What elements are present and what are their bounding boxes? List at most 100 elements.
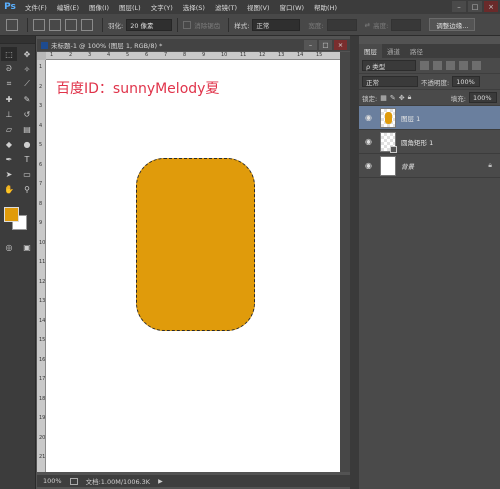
document-title: 未标题-1 @ 100% (图层 1, RGB/8) *: [51, 42, 163, 50]
foreground-color-swatch[interactable]: [4, 207, 19, 222]
fill-input[interactable]: 100%: [469, 92, 497, 103]
zoom-level[interactable]: 100%: [43, 477, 62, 485]
menu-edit[interactable]: 编辑(E): [52, 2, 84, 12]
clone-stamp-tool-icon[interactable]: ⊥: [1, 107, 17, 121]
document-tab[interactable]: 未标题-1 @ 100% (图层 1, RGB/8) * – □ ×: [37, 39, 350, 51]
ruler-tick-label: 18: [39, 395, 46, 402]
tab-channels[interactable]: 通道: [382, 44, 405, 58]
menu-type[interactable]: 文字(Y): [146, 2, 178, 12]
vertical-ruler[interactable]: 1 2 3 4 5 6 7 8 9 10 11 12 13 14 15 16 17 18 19 20 21: [37, 60, 46, 472]
blur-tool-icon[interactable]: ◆: [1, 137, 17, 151]
brush-tool-icon[interactable]: ✎: [19, 92, 35, 106]
pen-tool-icon[interactable]: ✒: [1, 152, 17, 166]
antialias-checkbox[interactable]: [183, 20, 192, 29]
close-button[interactable]: ×: [484, 1, 498, 12]
style-select[interactable]: 正常: [252, 18, 301, 31]
lock-all-icon[interactable]: 🔒︎: [408, 93, 412, 102]
tab-paths[interactable]: 路径: [405, 44, 428, 58]
blend-mode-select[interactable]: 正常: [362, 76, 418, 87]
path-selection-tool-icon[interactable]: ➤: [1, 167, 17, 181]
height-input[interactable]: [391, 18, 422, 31]
move-tool-icon[interactable]: ✥: [19, 47, 35, 61]
minimize-button[interactable]: –: [452, 1, 466, 12]
dodge-tool-icon[interactable]: ●: [19, 137, 35, 151]
refine-edge-button[interactable]: 调整边缘...: [429, 18, 476, 31]
intersect-selection-icon[interactable]: [81, 18, 93, 31]
ruler-tick-label: 21: [39, 454, 46, 460]
hand-tool-icon[interactable]: ✋: [1, 182, 17, 196]
ruler-tick-label: 15: [316, 52, 323, 58]
doc-maximize-button[interactable]: □: [319, 40, 332, 50]
menu-layer[interactable]: 图层(L): [114, 2, 146, 12]
layer-name[interactable]: 圆角矩形 1: [401, 137, 433, 147]
ruler-tick-label: 6: [145, 52, 149, 58]
divider: [228, 17, 230, 32]
menu-image[interactable]: 图像(I): [84, 2, 114, 12]
filter-pixel-icon[interactable]: [420, 61, 429, 70]
screen-mode-icon[interactable]: ▣: [19, 240, 35, 254]
swap-icon[interactable]: ⇄: [365, 21, 370, 29]
layer-row[interactable]: ◉ 圆角矩形 1: [359, 130, 500, 154]
menu-file[interactable]: 文件(F): [20, 2, 52, 12]
magic-wand-tool-icon[interactable]: ✧: [19, 62, 35, 76]
menu-view[interactable]: 视图(V): [242, 2, 275, 12]
layer-row[interactable]: ◉ 背景 🔒︎: [359, 154, 500, 178]
eraser-tool-icon[interactable]: ▱: [1, 122, 17, 136]
menu-help[interactable]: 帮助(H): [309, 2, 342, 12]
doc-close-button[interactable]: ×: [334, 40, 347, 50]
filter-smart-object-icon[interactable]: [472, 61, 481, 70]
lock-image-icon[interactable]: ✎: [390, 94, 396, 102]
subtract-selection-icon[interactable]: [65, 18, 77, 31]
layer-name[interactable]: 图层 1: [401, 113, 420, 123]
lasso-tool-icon[interactable]: ᘐ: [1, 62, 17, 76]
marquee-preset-icon[interactable]: [6, 18, 18, 31]
lock-position-icon[interactable]: ✥: [399, 94, 405, 102]
panel-grip[interactable]: [0, 36, 35, 44]
opacity-input[interactable]: 100%: [452, 76, 481, 87]
ruler-tick-label: 2: [39, 83, 43, 90]
zoom-tool-icon[interactable]: ⚲: [19, 182, 35, 196]
menu-filter[interactable]: 滤镜(T): [210, 2, 242, 12]
crop-tool-icon[interactable]: ⌗: [1, 77, 17, 91]
ruler-tick-label: 5: [126, 52, 130, 58]
feather-label: 羽化:: [108, 21, 124, 30]
filter-shape-icon[interactable]: [459, 61, 468, 70]
healing-brush-tool-icon[interactable]: ✚: [1, 92, 17, 106]
menu-select[interactable]: 选择(S): [178, 2, 210, 12]
feather-input[interactable]: 20 像素: [126, 18, 173, 31]
type-tool-icon[interactable]: T: [19, 152, 35, 166]
quick-mask-icon[interactable]: ◎: [1, 240, 17, 254]
visibility-eye-icon[interactable]: ◉: [362, 161, 375, 170]
filter-type-icon[interactable]: [446, 61, 455, 70]
new-selection-icon[interactable]: [33, 18, 45, 31]
layer-name[interactable]: 背景: [401, 161, 414, 171]
rounded-rectangle-selection[interactable]: [136, 158, 255, 331]
maximize-button[interactable]: □: [468, 1, 482, 12]
visibility-eye-icon[interactable]: ◉: [362, 113, 375, 122]
eyedropper-tool-icon[interactable]: ⟋: [19, 77, 35, 91]
doc-minimize-button[interactable]: –: [304, 40, 317, 50]
document-canvas[interactable]: 百度ID：sunnyMelody夏: [46, 60, 340, 472]
shape-tool-icon[interactable]: ▭: [19, 167, 35, 181]
collapsed-panel-strip[interactable]: [350, 36, 359, 489]
vertical-scrollbar[interactable]: [340, 52, 350, 472]
lock-transparent-icon[interactable]: ▦: [380, 94, 387, 102]
horizontal-ruler[interactable]: 1 2 3 4 5 6 7 8 9 10 11 12 13 14 15: [46, 52, 340, 60]
ruler-tick-label: 15: [39, 337, 46, 343]
status-bar: 100% 文档:1.00M/1006.3K ▶: [37, 475, 350, 487]
ruler-tick-label: 10: [221, 52, 228, 58]
layer-filter-select[interactable]: ρ 类型: [362, 60, 416, 71]
tab-layers[interactable]: 图层: [359, 44, 382, 58]
history-brush-tool-icon[interactable]: ↺: [19, 107, 35, 121]
status-menu-arrow-icon[interactable]: ▶: [158, 478, 163, 485]
gradient-tool-icon[interactable]: ▤: [19, 122, 35, 136]
width-input[interactable]: [326, 18, 357, 31]
add-selection-icon[interactable]: [49, 18, 61, 31]
marquee-tool-icon[interactable]: ⬚: [1, 47, 17, 61]
ruler-tick-label: 1: [39, 64, 43, 70]
menu-window[interactable]: 窗口(W): [275, 2, 310, 12]
layer-row[interactable]: ◉ 图层 1: [359, 106, 500, 130]
visibility-eye-icon[interactable]: ◉: [362, 137, 375, 146]
export-icon[interactable]: [69, 477, 78, 485]
filter-adjustment-icon[interactable]: [433, 61, 442, 70]
